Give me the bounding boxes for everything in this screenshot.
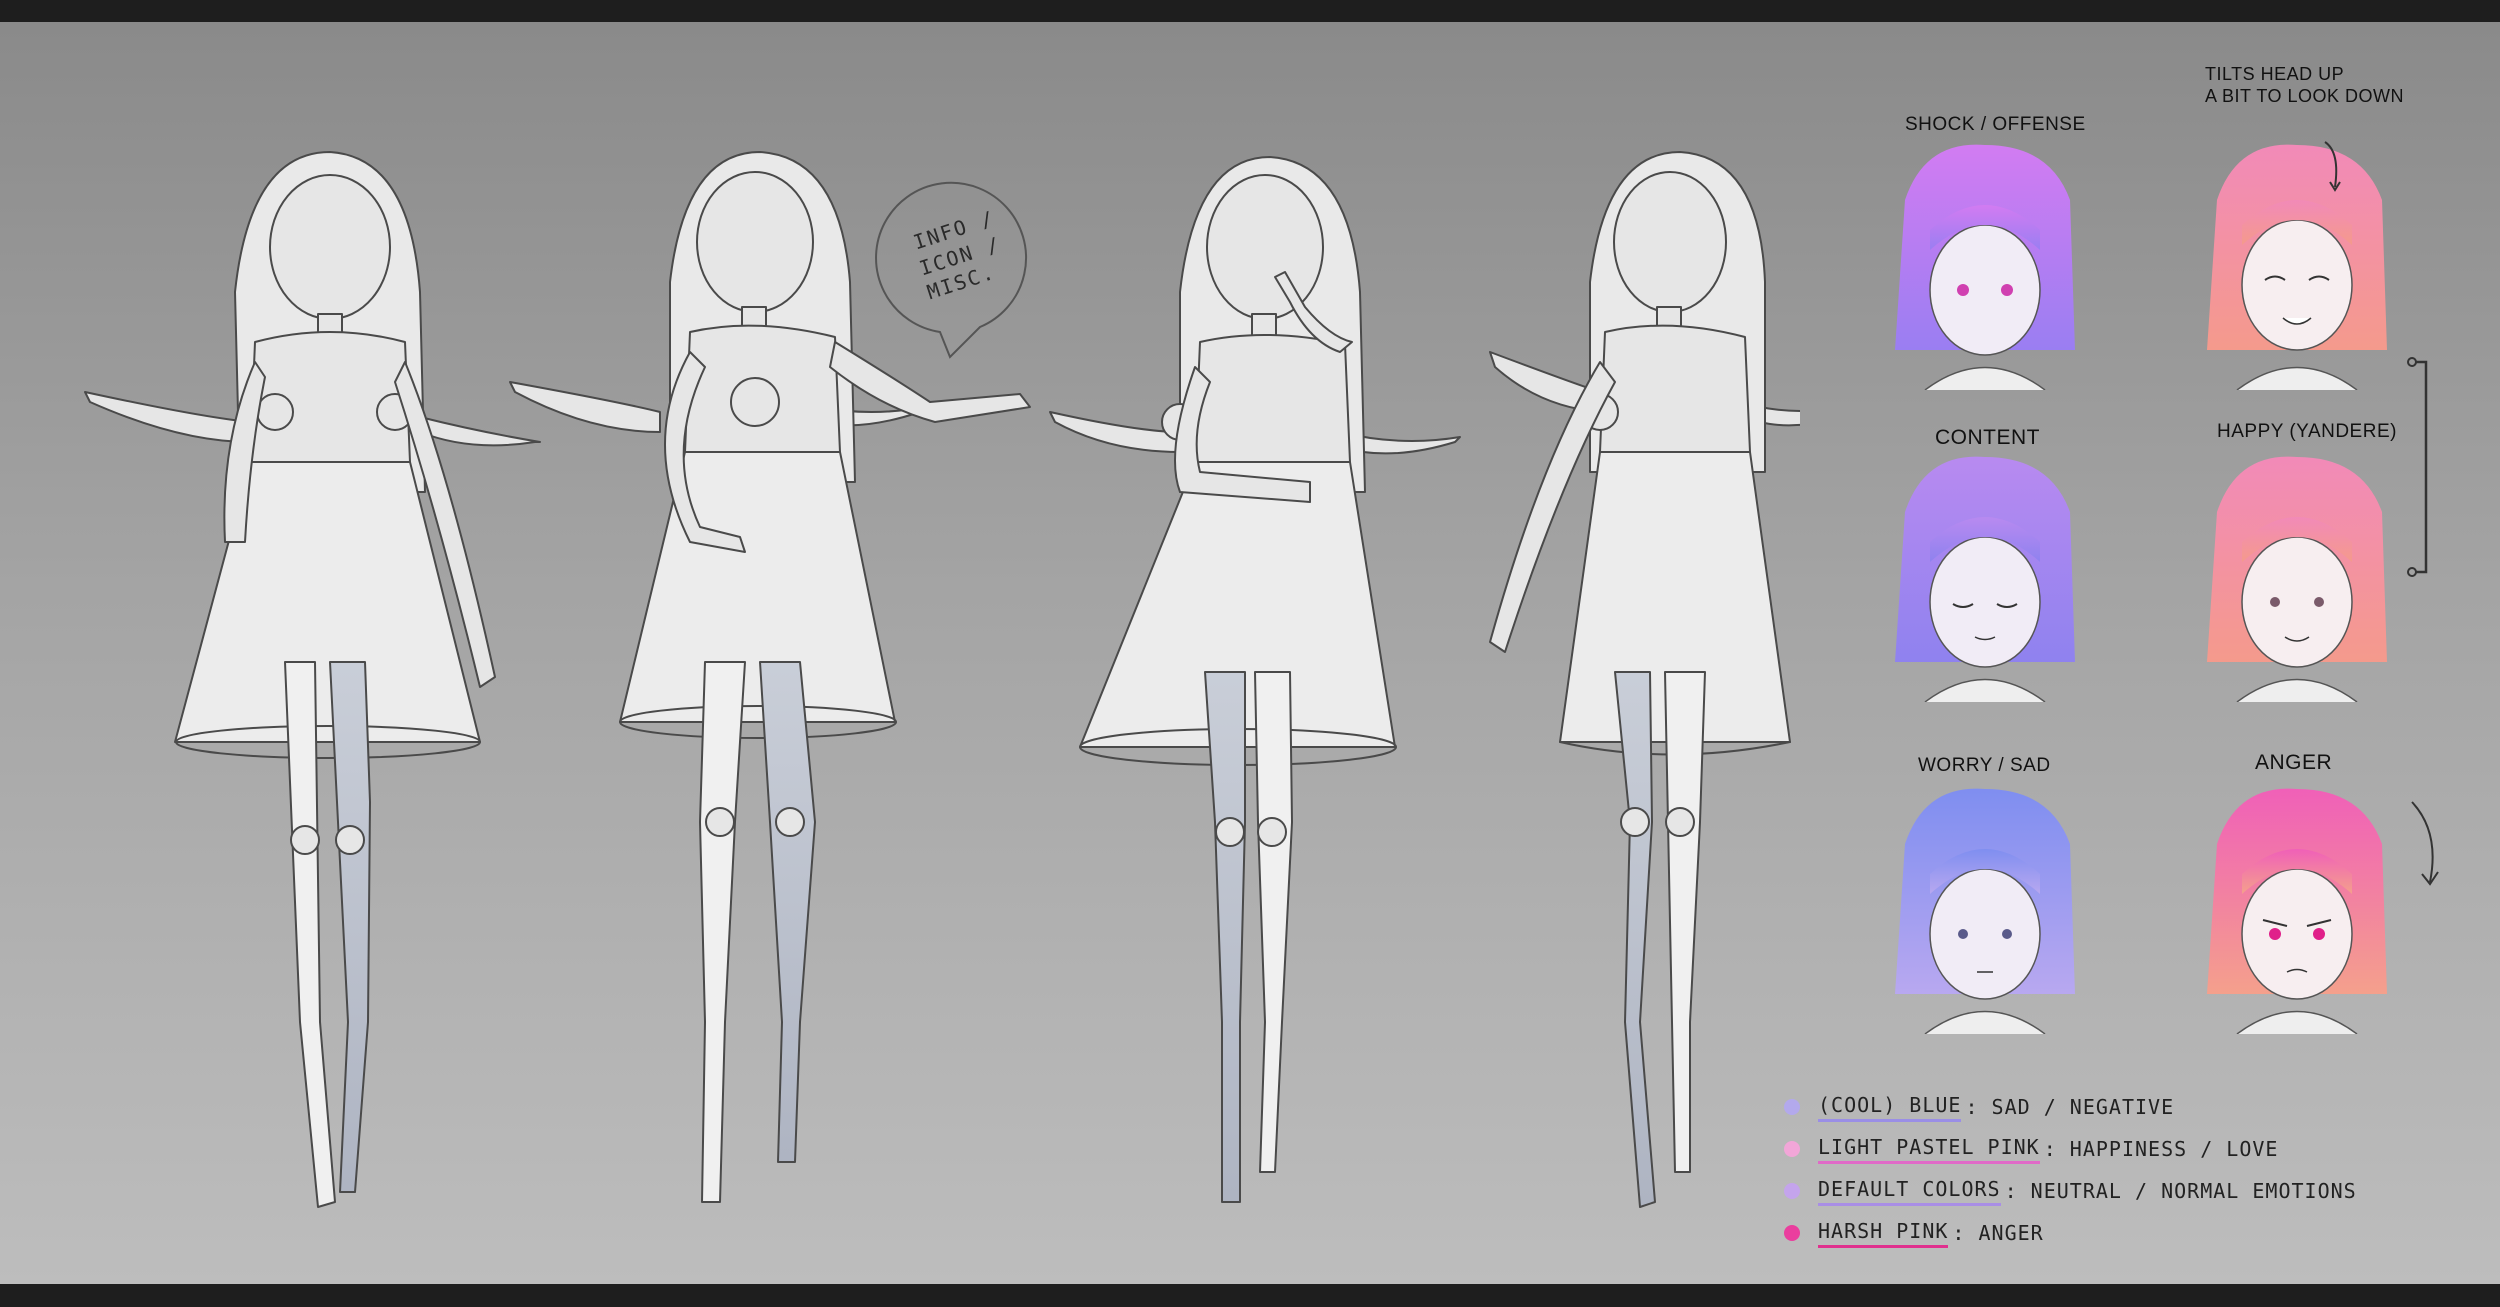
pose-figure-1 bbox=[84, 151, 541, 1208]
happy-note-line-1: TILTS HEAD UP bbox=[2205, 64, 2345, 84]
legend-key-blue: (COOL) BLUE bbox=[1818, 1093, 1962, 1122]
legend-row-light-pink: LIGHT PASTEL PINK : HAPPINESS / LOVE bbox=[1784, 1134, 2278, 1164]
pose-figure-4 bbox=[1489, 151, 1800, 1208]
character-sheet-canvas: INFO / ICON / MISC. SHOCK / OFFENSE CONT… bbox=[0, 22, 2500, 1284]
legend-row-harsh-pink: HARSH PINK : ANGER bbox=[1784, 1218, 2044, 1248]
face-worry bbox=[1895, 788, 2075, 1034]
legend-key-light-pink: LIGHT PASTEL PINK bbox=[1818, 1135, 2040, 1164]
happy-note-line-2: A BIT TO LOOK DOWN bbox=[2205, 86, 2405, 106]
annotation-arrows bbox=[2324, 141, 2439, 886]
legend-dot-default bbox=[1784, 1183, 1800, 1199]
bottom-letterbox-bar bbox=[0, 1284, 2500, 1307]
legend-row-blue: (COOL) BLUE : SAD / NEGATIVE bbox=[1784, 1092, 2174, 1122]
face-shock bbox=[1895, 144, 2075, 390]
legend-dot-harsh-pink bbox=[1784, 1225, 1800, 1241]
legend-key-harsh-pink: HARSH PINK bbox=[1818, 1219, 1949, 1248]
legend-dot-light-pink bbox=[1784, 1141, 1800, 1157]
legend-desc-light-pink: : HAPPINESS / LOVE bbox=[2043, 1137, 2279, 1161]
top-letterbox-bar bbox=[0, 0, 2500, 22]
character-poses-artwork bbox=[84, 151, 1800, 1208]
legend-key-default: DEFAULT COLORS bbox=[1818, 1177, 2001, 1206]
legend-row-default: DEFAULT COLORS : NEUTRAL / NORMAL EMOTIO… bbox=[1784, 1176, 2357, 1206]
expression-label-worry: WORRY / SAD bbox=[1918, 755, 2051, 776]
legend-dot-blue bbox=[1784, 1099, 1800, 1115]
legend-desc-default: : NEUTRAL / NORMAL EMOTIONS bbox=[2004, 1179, 2357, 1203]
legend-desc-harsh-pink: : ANGER bbox=[1952, 1221, 2044, 1245]
pose-figure-2 bbox=[509, 151, 1031, 1203]
face-content bbox=[1895, 456, 2075, 702]
pose-figure-3 bbox=[1049, 156, 1461, 1203]
legend-desc-blue: : SAD / NEGATIVE bbox=[1965, 1095, 2175, 1119]
expression-label-content: CONTENT bbox=[1935, 426, 2040, 449]
expression-label-shock: SHOCK / OFFENSE bbox=[1905, 114, 2086, 135]
